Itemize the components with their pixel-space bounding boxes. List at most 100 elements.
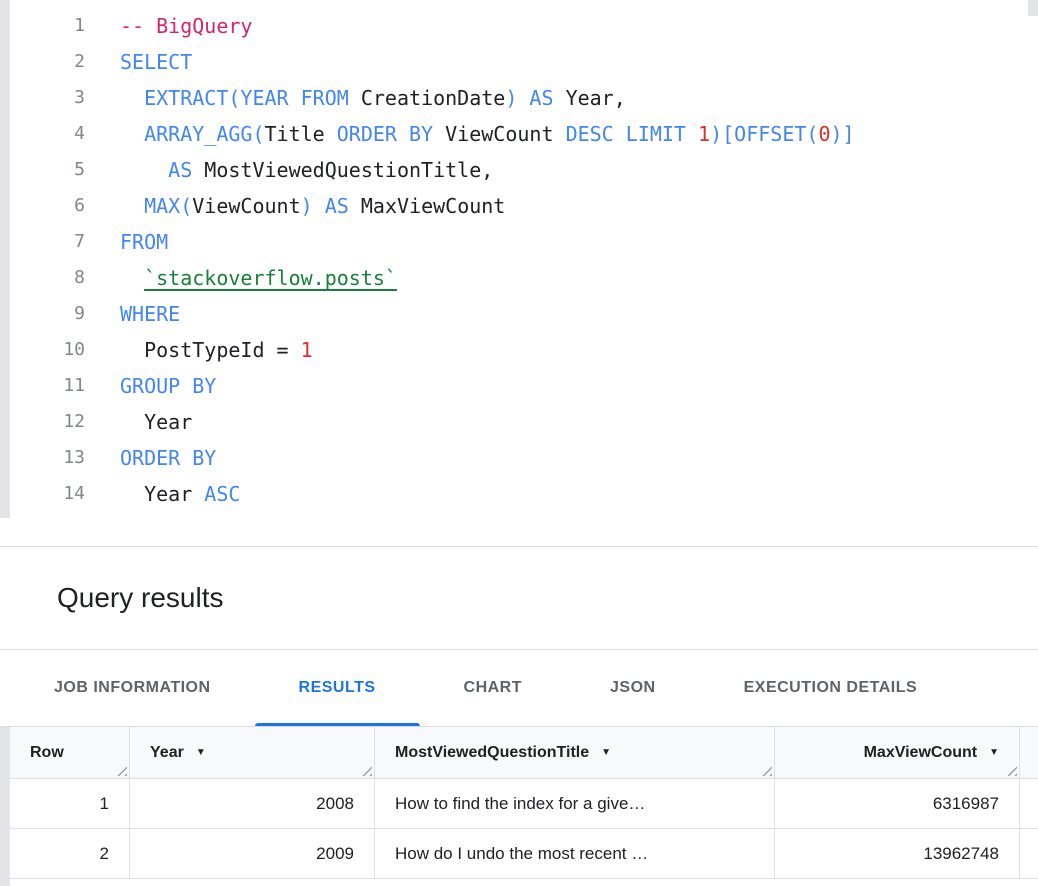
code-text[interactable]: AS MostViewedQuestionTitle, <box>85 152 493 188</box>
column-header-title[interactable]: MostViewedQuestionTitle ▼ <box>375 727 775 779</box>
code-line: 6 MAX(ViewCount) AS MaxViewCount <box>0 188 1038 224</box>
cell-partial <box>1020 779 1038 829</box>
column-header-label: MaxViewCount <box>864 744 978 762</box>
code-line: 3 EXTRACT(YEAR FROM CreationDate) AS Yea… <box>0 80 1038 116</box>
code-token: FROM <box>120 230 168 254</box>
code-token: )] <box>831 122 855 146</box>
code-token: WHERE <box>120 302 180 326</box>
code-token: Year, <box>566 86 626 110</box>
cell-row: 1 <box>10 779 130 829</box>
line-number: 13 <box>0 440 85 476</box>
line-number: 3 <box>0 80 85 116</box>
code-token: -- BigQuery <box>120 14 252 38</box>
table-row: 12008How to find the index for a give…63… <box>10 779 1038 829</box>
code-token: OFFSET( <box>734 122 818 146</box>
editor-scrollbar-thumb[interactable] <box>1028 0 1038 16</box>
code-line: 8 `stackoverflow.posts` <box>0 260 1038 296</box>
sort-dropdown-icon[interactable]: ▼ <box>196 747 206 758</box>
code-token: Year <box>120 410 192 434</box>
cell-year: 2009 <box>130 829 375 879</box>
code-token: Title <box>265 122 337 146</box>
table-reference-link[interactable]: `stackoverflow.posts` <box>144 266 397 290</box>
code-text[interactable]: ARRAY_AGG(Title ORDER BY ViewCount DESC … <box>85 116 855 152</box>
code-line: 1 -- BigQuery <box>0 8 1038 44</box>
code-token: ASC <box>204 482 240 506</box>
column-header-partial <box>1020 727 1038 779</box>
line-number: 7 <box>0 224 85 260</box>
column-header-max[interactable]: MaxViewCount ▼ <box>775 727 1020 779</box>
table-body: 12008How to find the index for a give…63… <box>10 779 1038 879</box>
code-line: 2SELECT <box>0 44 1038 80</box>
code-text[interactable]: Year ASC <box>85 476 240 512</box>
editor-scrollbar[interactable] <box>0 0 10 518</box>
sort-dropdown-icon[interactable]: ▼ <box>601 747 611 758</box>
code-line: 5 AS MostViewedQuestionTitle, <box>0 152 1038 188</box>
line-number: 1 <box>0 8 85 44</box>
code-token: DESC LIMIT <box>566 122 698 146</box>
column-header-row[interactable]: Row <box>10 727 130 779</box>
cell-title: How do I undo the most recent … <box>375 829 775 879</box>
code-text[interactable]: MAX(ViewCount) AS MaxViewCount <box>85 188 505 224</box>
tab-chart[interactable]: CHART <box>420 650 567 726</box>
code-text[interactable]: `stackoverflow.posts` <box>85 260 397 296</box>
tab-results[interactable]: RESULTS <box>255 650 420 726</box>
results-table: RowYear▼MostViewedQuestionTitle▼MaxViewC… <box>10 727 1038 879</box>
tab-json[interactable]: JSON <box>566 650 700 726</box>
code-text[interactable]: WHERE <box>85 296 180 332</box>
cell-max: 6316987 <box>775 779 1020 829</box>
code-text[interactable]: -- BigQuery <box>85 8 252 44</box>
code-token: SELECT <box>120 50 192 74</box>
code-line: 4 ARRAY_AGG(Title ORDER BY ViewCount DES… <box>0 116 1038 152</box>
code-token <box>120 194 144 218</box>
code-area[interactable]: 1 -- BigQuery 2SELECT3 EXTRACT(YEAR FROM C… <box>0 8 1038 512</box>
code-token: Year <box>120 482 204 506</box>
column-resize-handle[interactable] <box>115 764 127 776</box>
line-number: 4 <box>0 116 85 152</box>
line-number: 8 <box>0 260 85 296</box>
tab-execution-details[interactable]: EXECUTION DETAILS <box>700 650 962 726</box>
column-header-year[interactable]: Year▼ <box>130 727 375 779</box>
sql-editor[interactable]: 1 -- BigQuery 2SELECT3 EXTRACT(YEAR FROM C… <box>0 0 1038 547</box>
code-token: )[ <box>710 122 734 146</box>
code-token: ViewCount <box>192 194 300 218</box>
table-scrollbar[interactable] <box>0 727 10 886</box>
sort-dropdown-icon[interactable]: ▼ <box>989 747 999 758</box>
code-line: 13ORDER BY <box>0 440 1038 476</box>
table-row: 22009How do I undo the most recent …1396… <box>10 829 1038 879</box>
results-tabs: JOB INFORMATIONRESULTSCHARTJSONEXECUTION… <box>0 650 1038 727</box>
code-token: EXTRACT(YEAR FROM <box>144 86 361 110</box>
code-line: 10 PostTypeId = 1 <box>0 332 1038 368</box>
code-line: 14 Year ASC <box>0 476 1038 512</box>
code-token: 1 <box>698 122 710 146</box>
code-text[interactable]: SELECT <box>85 44 192 80</box>
cell-year: 2008 <box>130 779 375 829</box>
code-text[interactable]: EXTRACT(YEAR FROM CreationDate) AS Year, <box>85 80 626 116</box>
column-resize-handle[interactable] <box>760 764 772 776</box>
code-text[interactable]: GROUP BY <box>85 368 216 404</box>
code-token <box>120 158 168 182</box>
code-token: MostViewedQuestionTitle, <box>204 158 493 182</box>
code-token: ViewCount <box>445 122 565 146</box>
code-token: ORDER BY <box>337 122 445 146</box>
column-header-label: Row <box>30 744 64 762</box>
column-header-label: MostViewedQuestionTitle <box>395 744 589 762</box>
table-header-row: RowYear▼MostViewedQuestionTitle▼MaxViewC… <box>10 727 1038 779</box>
code-text[interactable]: ORDER BY <box>85 440 216 476</box>
code-token <box>120 266 144 290</box>
code-token: ARRAY_AGG( <box>144 122 264 146</box>
code-text[interactable]: Year <box>85 404 192 440</box>
column-resize-handle[interactable] <box>1005 764 1017 776</box>
code-token <box>120 338 144 362</box>
code-text[interactable]: PostTypeId = 1 <box>85 332 313 368</box>
line-number: 9 <box>0 296 85 332</box>
line-number: 5 <box>0 152 85 188</box>
query-results-header: Query results <box>0 547 1038 650</box>
code-token <box>120 122 144 146</box>
column-resize-handle[interactable] <box>360 764 372 776</box>
code-text[interactable]: FROM <box>85 224 168 260</box>
cell-max: 13962748 <box>775 829 1020 879</box>
code-token: 0 <box>818 122 830 146</box>
tab-job-information[interactable]: JOB INFORMATION <box>10 650 255 726</box>
query-results-title: Query results <box>57 582 224 614</box>
code-line: 11GROUP BY <box>0 368 1038 404</box>
